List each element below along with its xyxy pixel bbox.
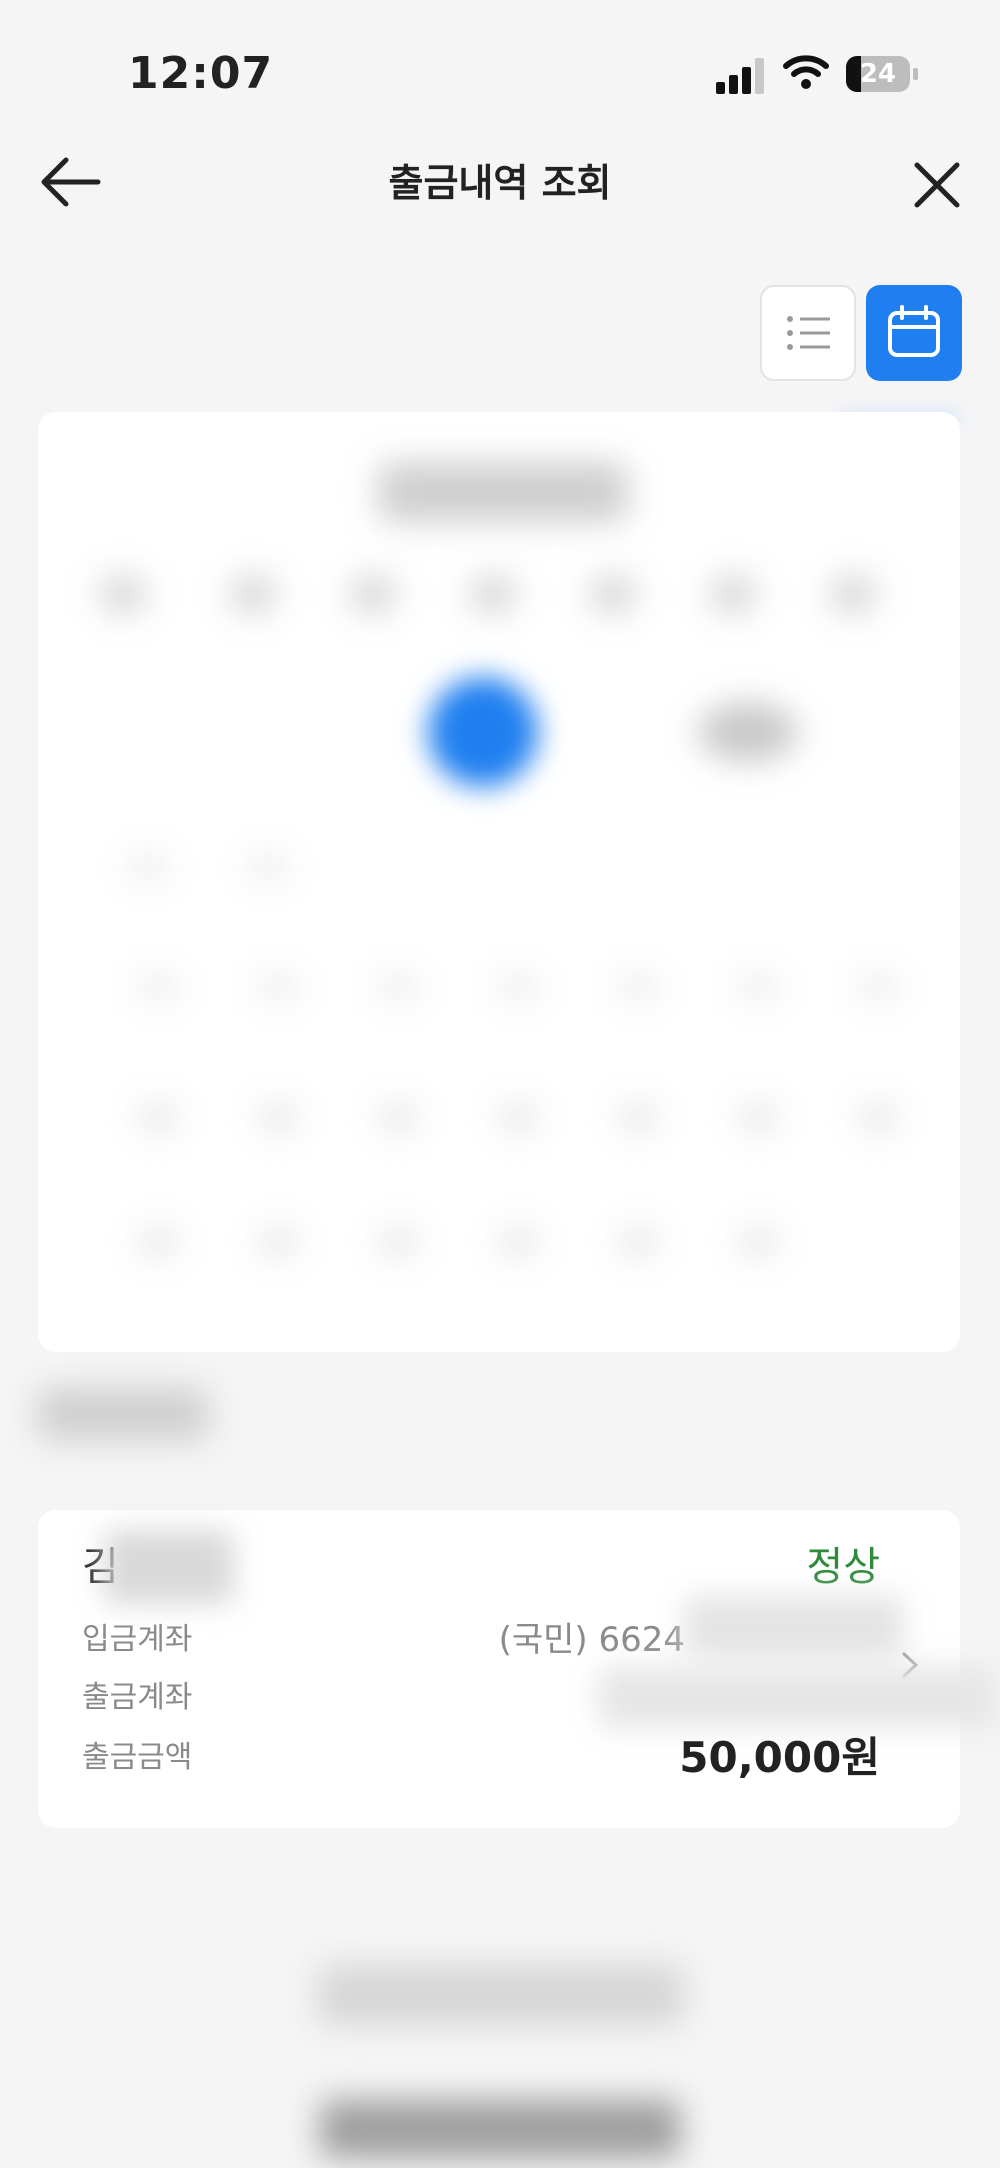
amount-value: 50,000원 <box>679 1733 880 1782</box>
calendar-icon <box>888 305 940 357</box>
withdraw-account-mask <box>598 1666 996 1728</box>
battery-level: 24 <box>859 59 897 89</box>
cellular-signal-icon <box>716 58 768 94</box>
selected-date-highlight <box>428 677 538 787</box>
status-badge: 정상 <box>806 1544 880 1590</box>
amount-label: 출금금액 <box>82 1740 193 1775</box>
calendar-card-blurred <box>38 412 960 1352</box>
summary-blurred <box>38 1388 208 1440</box>
list-icon <box>787 316 830 350</box>
wifi-icon <box>782 52 830 92</box>
account-mask <box>684 1596 904 1658</box>
bottom-button-2-blurred[interactable] <box>320 2100 680 2158</box>
deposit-account-value: (국민) 6624 <box>498 1620 685 1660</box>
calendar-view-button[interactable] <box>866 285 962 381</box>
deposit-account-label: 입금계좌 <box>82 1622 193 1657</box>
close-icon[interactable] <box>912 160 962 210</box>
list-view-button[interactable] <box>760 285 856 381</box>
bottom-button-blurred[interactable] <box>318 1965 684 2025</box>
status-time: 12:07 <box>128 48 274 99</box>
back-arrow-icon[interactable] <box>38 154 102 210</box>
name-mask <box>104 1530 234 1604</box>
page-title: 출금내역 조회 <box>388 161 612 205</box>
battery-icon: 24 <box>846 56 920 92</box>
withdraw-account-label: 출금계좌 <box>82 1680 193 1715</box>
